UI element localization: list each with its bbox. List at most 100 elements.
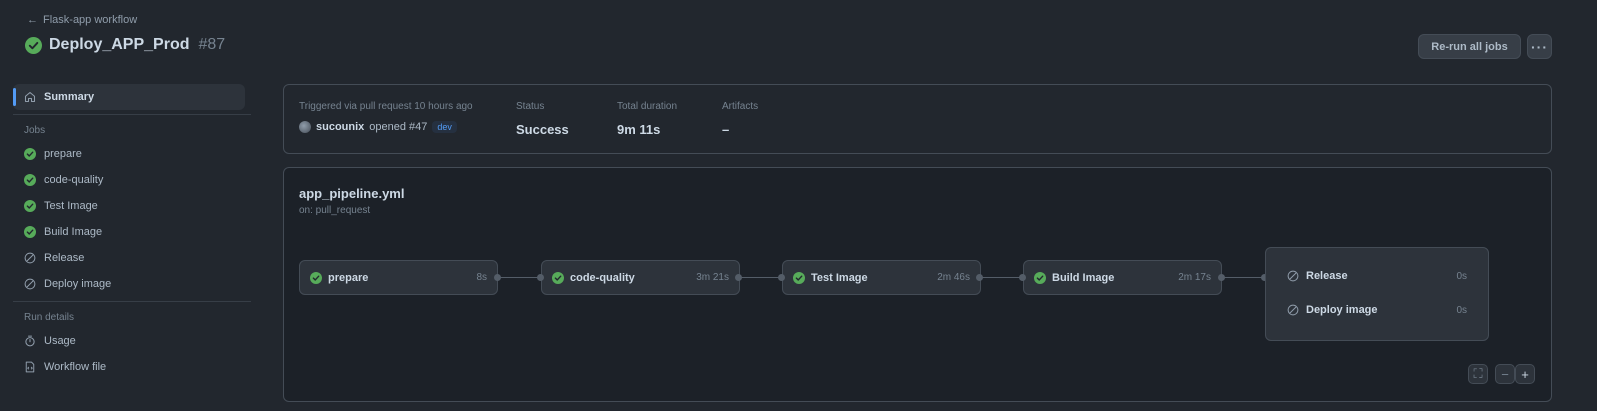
status-info: Status Success [516, 101, 569, 137]
check-circle-icon [1034, 271, 1046, 284]
job-duration: 0s [1456, 304, 1467, 316]
job-name: code-quality [570, 271, 635, 284]
sidebar: Summary Jobs prepare code-quality Test Ima… [13, 84, 251, 380]
job-name: Test Image [811, 271, 868, 284]
duration-info: Total duration 9m 11s [617, 101, 677, 137]
duration-label: Total duration [617, 101, 678, 112]
zoom-in-icon[interactable]: + [1515, 364, 1535, 384]
sidebar-divider [13, 301, 251, 302]
check-circle-icon [552, 271, 564, 284]
sidebar-item-label: code-quality [44, 174, 104, 186]
sidebar-job-item[interactable]: Release [13, 245, 251, 271]
job-node[interactable]: prepare 8s [299, 260, 498, 295]
sidebar-item-workflow-file[interactable]: Workflow file [13, 354, 251, 380]
job-name: prepare [328, 271, 369, 284]
job-group: Release 0s Deploy image 0s [1265, 247, 1489, 341]
sidebar-job-item[interactable]: Build Image [13, 219, 251, 245]
job-node[interactable]: Deploy image 0s [1287, 304, 1467, 316]
duration-value[interactable]: 9m 11s [617, 122, 677, 137]
check-circle-icon [25, 36, 42, 54]
file-code-icon [25, 361, 35, 373]
fullscreen-icon[interactable]: ⛶ [1468, 364, 1488, 384]
job-connector [739, 277, 782, 278]
job-name: Release [1306, 270, 1348, 282]
job-duration: 2m 46s [937, 272, 970, 283]
job-connector [1222, 277, 1265, 278]
back-link-label: Flask-app workflow [43, 14, 138, 26]
status-label: Status [516, 101, 545, 112]
trigger-info: Triggered via pull request 10 hours ago … [299, 101, 473, 133]
job-name: Deploy image [1306, 304, 1378, 316]
user-link[interactable]: sucounix [316, 121, 364, 133]
job-name: Build Image [1052, 271, 1115, 284]
run-details-heading: Run details [24, 311, 75, 323]
check-circle-icon [793, 271, 805, 284]
sidebar-item-label: Release [44, 252, 85, 264]
run-summary-panel: Triggered via pull request 10 hours ago … [283, 84, 1552, 154]
avatar [299, 121, 311, 133]
job-node[interactable]: Release 0s [1287, 270, 1467, 282]
workflow-run-title: Deploy_APP_Prod [49, 36, 190, 53]
more-options-button[interactable]: ··· [1527, 34, 1552, 59]
job-duration: 0s [1456, 270, 1467, 282]
connector-dot [735, 274, 742, 281]
rerun-all-jobs-button[interactable]: Re-run all jobs [1418, 34, 1521, 59]
artifacts-value: – [722, 122, 730, 137]
job-duration: 8s [476, 272, 487, 283]
sidebar-jobs-list: prepare code-quality Test Image Build Image… [13, 141, 251, 297]
check-circle-icon [24, 148, 36, 160]
sidebar-item-label: prepare [44, 148, 82, 160]
artifacts-info: Artifacts – [722, 101, 758, 137]
pr-link[interactable]: #47 [409, 121, 427, 133]
check-circle-icon [24, 200, 36, 212]
run-number: #87 [198, 36, 226, 53]
sidebar-item-label: Usage [44, 335, 76, 347]
skipped-icon [24, 278, 36, 290]
sidebar-job-item[interactable]: Deploy image [13, 271, 251, 297]
sidebar-job-item[interactable]: Test Image [13, 193, 251, 219]
check-circle-icon [24, 174, 36, 186]
sidebar-item-usage[interactable]: Usage [13, 328, 251, 354]
jobs-heading: Jobs [24, 124, 46, 136]
sidebar-item-label: Deploy image [44, 278, 112, 290]
job-duration: 3m 21s [696, 272, 729, 283]
job-node[interactable]: Build Image 2m 17s [1023, 260, 1222, 295]
sidebar-job-item[interactable]: prepare [13, 141, 251, 167]
connector-dot [976, 274, 983, 281]
workflow-graph-panel: app_pipeline.yml on: pull_request prepar… [283, 167, 1552, 402]
job-connector [980, 277, 1023, 278]
job-node[interactable]: Test Image 2m 46s [782, 260, 981, 295]
check-circle-icon [24, 226, 36, 238]
branch-badge[interactable]: dev [432, 121, 457, 133]
skipped-icon [1287, 270, 1299, 282]
skipped-icon [1287, 304, 1299, 316]
arrow-left-icon: ← [27, 14, 38, 26]
skipped-icon [24, 252, 36, 264]
connector-dot [1019, 274, 1026, 281]
zoom-out-icon[interactable]: − [1495, 364, 1515, 384]
sidebar-job-item[interactable]: code-quality [13, 167, 251, 193]
job-connector [498, 277, 541, 278]
status-value: Success [516, 122, 569, 137]
stopwatch-icon [25, 335, 35, 347]
job-node[interactable]: code-quality 3m 21s [541, 260, 740, 295]
check-circle-icon [310, 271, 322, 284]
connector-dot [537, 274, 544, 281]
home-icon [24, 91, 36, 103]
sidebar-item-label: Summary [44, 91, 95, 103]
sidebar-item-label: Workflow file [44, 361, 107, 373]
page-title: Deploy_APP_Prod #87 [25, 36, 225, 54]
trigger-label: Triggered via pull request 10 hours ago [299, 101, 473, 112]
connector-dot [494, 274, 501, 281]
sidebar-item-summary[interactable]: Summary [13, 84, 245, 110]
action-text: opened [369, 121, 407, 133]
workflow-file-name[interactable]: app_pipeline.yml [299, 186, 404, 201]
artifacts-label: Artifacts [722, 101, 759, 112]
connector-dot [778, 274, 785, 281]
back-link[interactable]: ← Flask-app workflow [27, 14, 137, 26]
workflow-trigger: on: pull_request [299, 205, 371, 216]
connector-dot [1218, 274, 1225, 281]
sidebar-item-label: Test Image [44, 200, 98, 212]
job-duration: 2m 17s [1178, 272, 1211, 283]
sidebar-item-label: Build Image [44, 226, 103, 238]
